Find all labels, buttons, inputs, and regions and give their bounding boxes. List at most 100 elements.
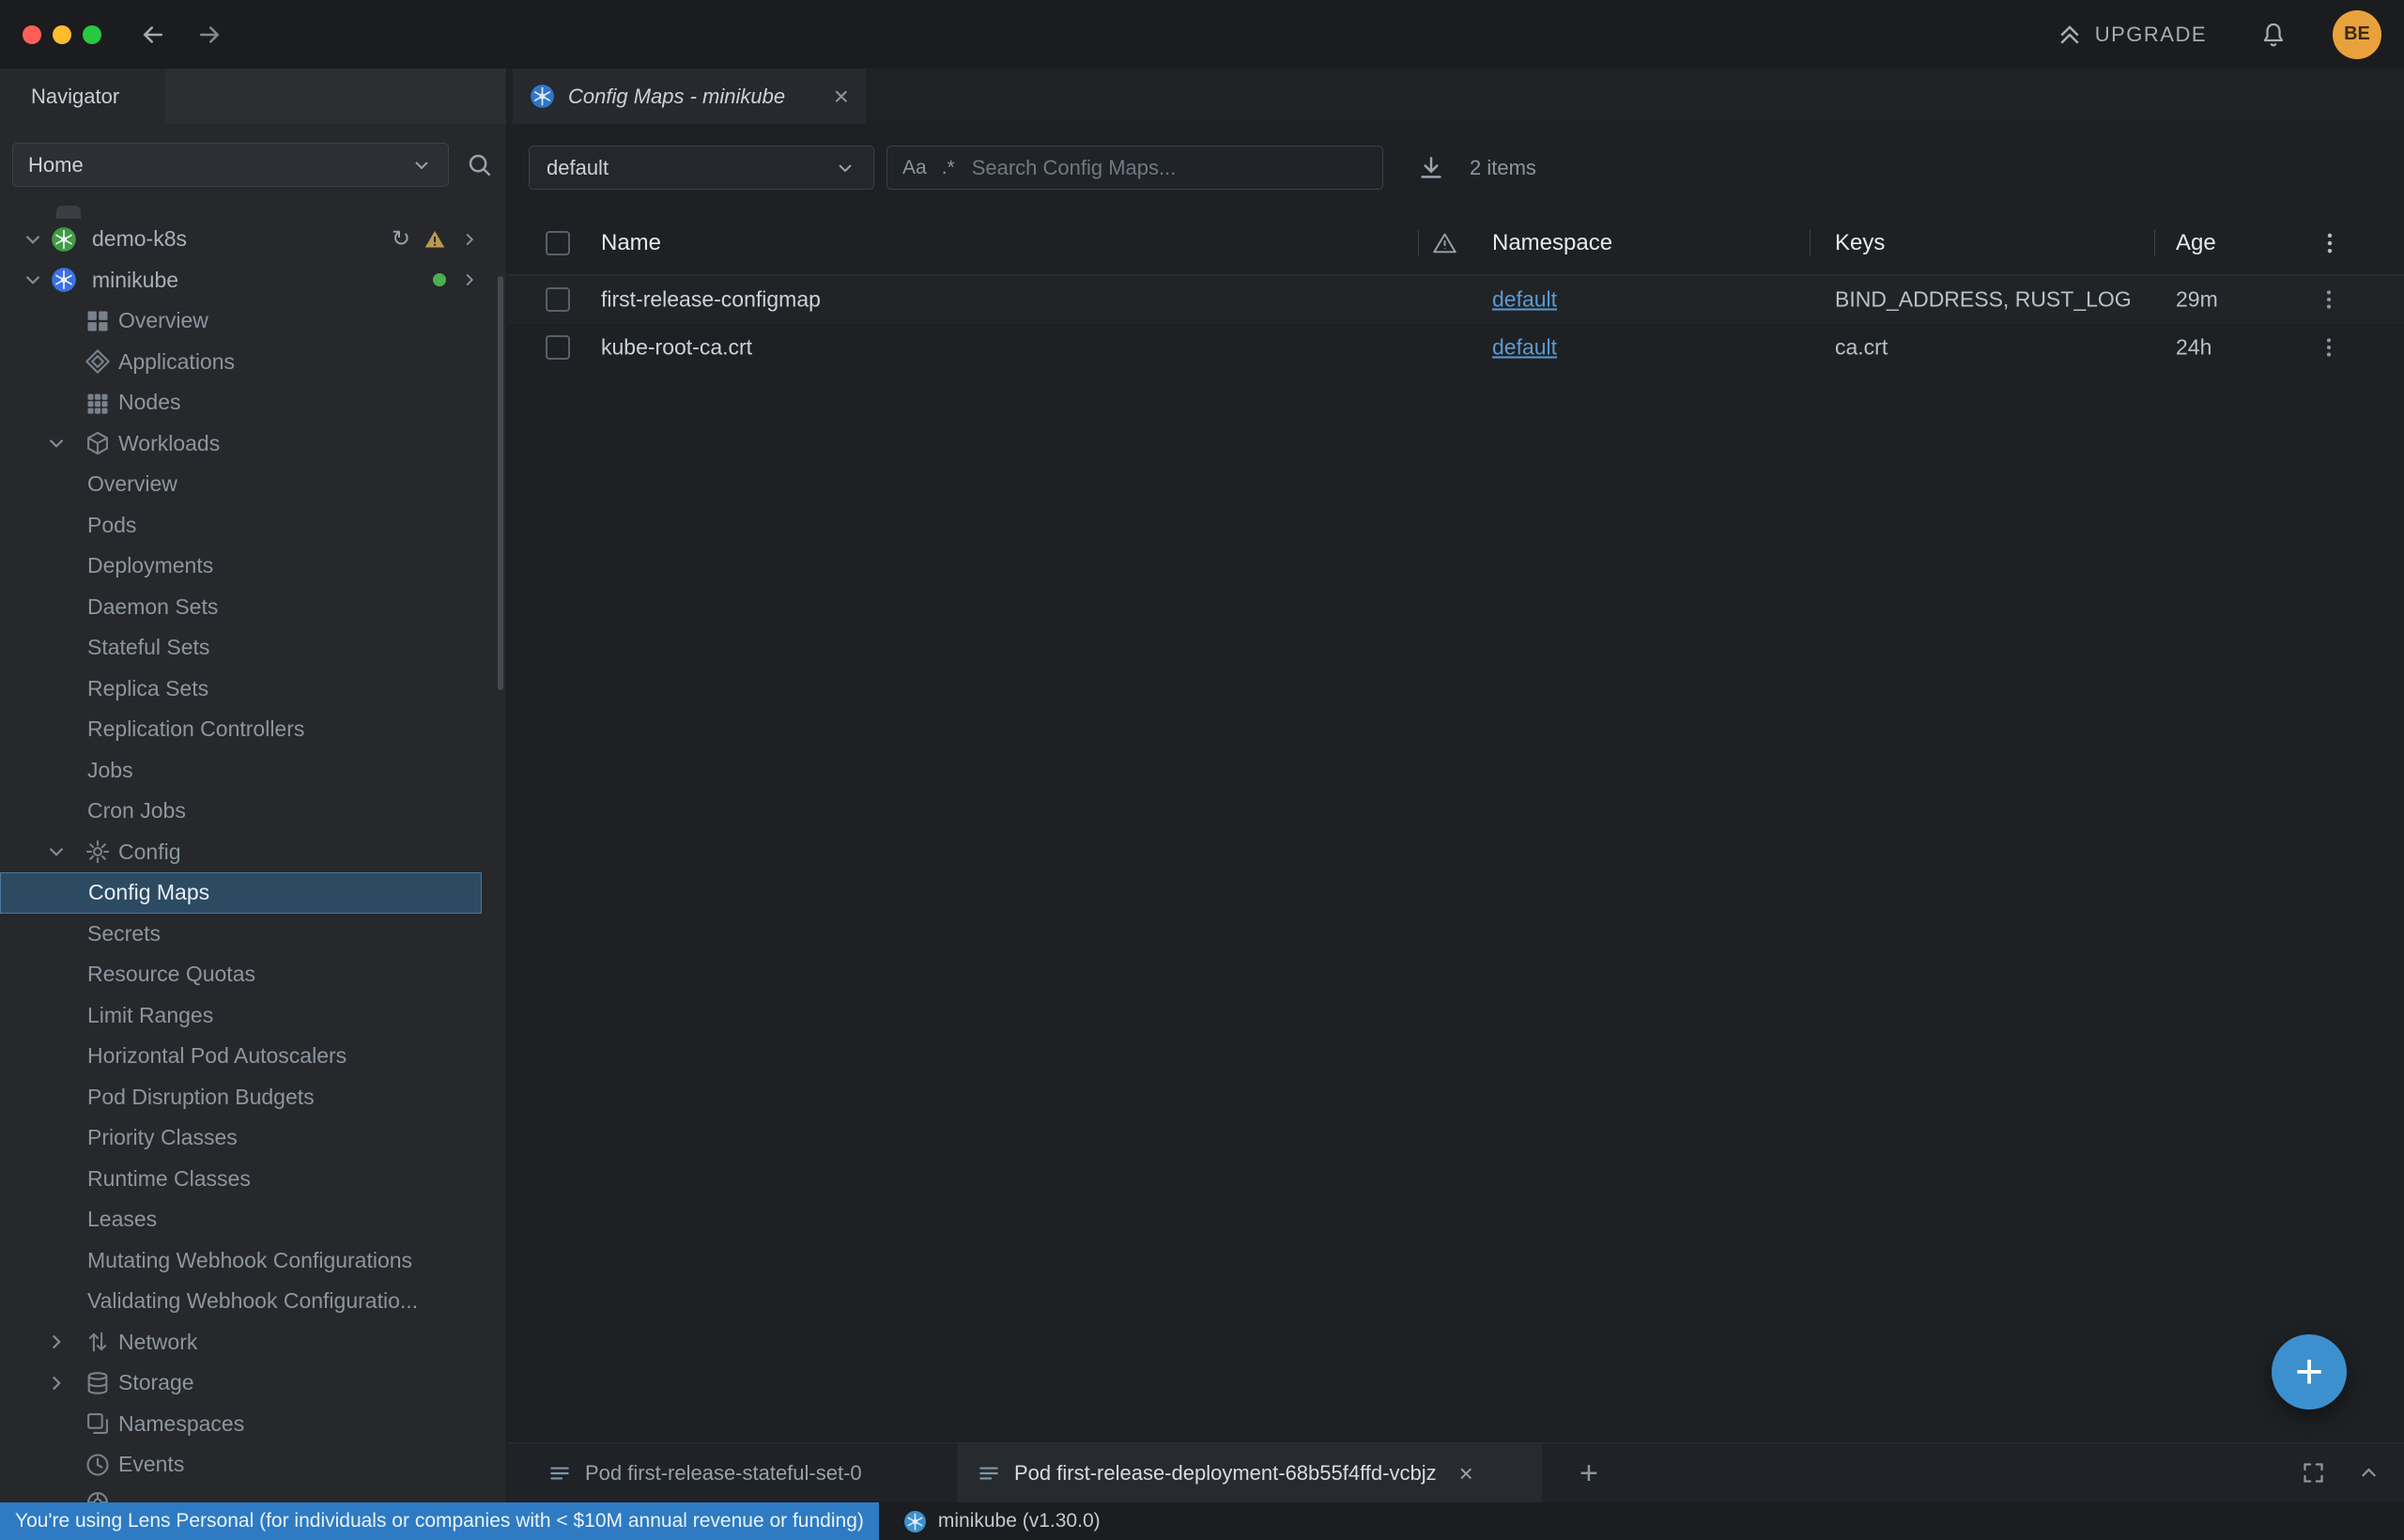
sidebar-item-label: demo-k8s	[92, 226, 187, 252]
cluster-status: minikube (v1.30.0)	[879, 1502, 2404, 1540]
chevron-right-icon[interactable]	[459, 229, 480, 250]
close-icon[interactable]: ×	[834, 84, 849, 110]
upgrade-button[interactable]: UPGRADE	[2056, 21, 2207, 49]
column-header-name[interactable]: Name	[601, 230, 661, 256]
sidebar-item-pods[interactable]: Pods	[0, 505, 506, 547]
chevron-down-icon[interactable]	[21, 227, 45, 252]
sidebar-item-replica-sets[interactable]: Replica Sets	[0, 669, 506, 710]
column-divider	[1418, 230, 1419, 256]
sidebar-item-label: Stateful Sets	[87, 635, 209, 660]
sidebar-item-cron-jobs[interactable]: Cron Jobs	[0, 791, 506, 832]
fullscreen-icon[interactable]	[2301, 1460, 2326, 1486]
column-divider	[2154, 230, 2155, 256]
chevron-up-icon[interactable]	[2356, 1460, 2381, 1486]
sidebar-item-workloads[interactable]: Workloads	[0, 424, 506, 465]
window-zoom-button[interactable]	[83, 25, 101, 44]
close-icon[interactable]: ×	[1459, 1461, 1473, 1486]
sidebar-item-leases[interactable]: Leases	[0, 1199, 506, 1240]
chevron-right-icon[interactable]	[44, 1371, 69, 1395]
refresh-icon[interactable]: ↻	[392, 228, 410, 251]
sidebar-item-horizontal-pod-autoscalers[interactable]: Horizontal Pod Autoscalers	[0, 1036, 506, 1077]
user-avatar[interactable]: BE	[2333, 10, 2381, 59]
regex-icon[interactable]: .*	[942, 157, 955, 179]
grid-icon	[85, 308, 111, 334]
search-input[interactable]	[972, 156, 1367, 180]
sidebar-item-deployments[interactable]: Deployments	[0, 546, 506, 587]
column-header-age[interactable]: Age	[2176, 230, 2216, 256]
sidebar-item-nodes[interactable]: Nodes	[0, 382, 506, 424]
column-settings-kebab-icon[interactable]	[2317, 230, 2343, 256]
sidebar-scrollbar[interactable]	[498, 276, 503, 690]
row-checkbox[interactable]	[546, 287, 570, 312]
notifications-bell-icon[interactable]	[2259, 21, 2288, 49]
chevron-down-icon[interactable]	[44, 431, 69, 455]
sidebar-item-config-maps[interactable]: Config Maps	[0, 872, 482, 914]
window-controls	[23, 25, 101, 44]
row-menu-kebab-icon[interactable]	[2317, 335, 2341, 360]
sidebar-item-limit-ranges[interactable]: Limit Ranges	[0, 995, 506, 1037]
sidebar-item-priority-classes[interactable]: Priority Classes	[0, 1117, 506, 1159]
row-namespace-link[interactable]: default	[1492, 335, 1557, 361]
select-all-checkbox[interactable]	[546, 231, 570, 255]
sidebar-item-jobs[interactable]: Jobs	[0, 750, 506, 792]
chevron-down-icon	[410, 154, 433, 177]
sidebar-item-label: Secrets	[87, 921, 161, 947]
sidebar-item-mutating-webhook-configurations[interactable]: Mutating Webhook Configurations	[0, 1240, 506, 1282]
items-count: 2 items	[1470, 156, 1536, 180]
sidebar-item-label: Storage	[118, 1370, 194, 1395]
table-row[interactable]: kube-root-ca.crtdefaultca.crt24h	[507, 323, 2404, 371]
sidebar-item-runtime-classes[interactable]: Runtime Classes	[0, 1159, 506, 1200]
cluster-version-label: minikube (v1.30.0)	[938, 1510, 1101, 1532]
window-minimize-button[interactable]	[53, 25, 71, 44]
column-header-namespace[interactable]: Namespace	[1492, 230, 1612, 256]
table-row[interactable]: first-release-configmapdefaultBIND_ADDRE…	[507, 275, 2404, 323]
row-namespace-link[interactable]: default	[1492, 287, 1557, 313]
window-close-button[interactable]	[23, 25, 41, 44]
sidebar-item-replication-controllers[interactable]: Replication Controllers	[0, 709, 506, 750]
match-case-icon[interactable]: Aa	[902, 157, 927, 179]
column-header-keys[interactable]: Keys	[1835, 230, 1885, 256]
window-titlebar: UPGRADE BE	[0, 0, 2404, 69]
sidebar-item-config[interactable]: Config	[0, 832, 506, 873]
dock-bar: Pod first-release-stateful-set-0 Pod fir…	[507, 1442, 2404, 1502]
chevron-down-icon[interactable]	[44, 839, 69, 864]
namespace-dropdown[interactable]: default	[529, 146, 874, 190]
add-configmap-button[interactable]: +	[2272, 1334, 2347, 1409]
context-dropdown[interactable]: Home	[12, 143, 449, 187]
back-button[interactable]	[139, 21, 167, 49]
sidebar-item-storage[interactable]: Storage	[0, 1363, 506, 1404]
chevron-right-icon[interactable]	[44, 1330, 69, 1354]
row-menu-kebab-icon[interactable]	[2317, 287, 2341, 312]
sidebar-item-demo-k8s[interactable]: demo-k8s ↻	[0, 219, 506, 260]
namespaces-icon	[85, 1410, 111, 1437]
sidebar-item-applications[interactable]: Applications	[0, 342, 506, 383]
sidebar-item-resource-quotas[interactable]: Resource Quotas	[0, 954, 506, 995]
sidebar-item-daemon-sets[interactable]: Daemon Sets	[0, 587, 506, 628]
search-icon[interactable]	[466, 151, 494, 179]
sidebar-item-namespaces[interactable]: Namespaces	[0, 1404, 506, 1445]
nodes-icon	[85, 390, 111, 416]
row-checkbox[interactable]	[546, 335, 570, 360]
dock-tab-pod-deployment[interactable]: Pod first-release-deployment-68b55f4ffd-…	[958, 1443, 1542, 1503]
sidebar-item-minikube[interactable]: minikube	[0, 260, 506, 301]
sidebar-item-stateful-sets[interactable]: Stateful Sets	[0, 627, 506, 669]
forward-button[interactable]	[195, 21, 223, 49]
warning-icon[interactable]	[1432, 230, 1457, 255]
tab-navigator[interactable]: Navigator	[0, 69, 165, 124]
list-toolbar: default Aa .* 2 items	[507, 124, 2404, 211]
chevron-right-icon[interactable]	[459, 270, 480, 290]
dock-tab-pod-stateful-set[interactable]: Pod first-release-stateful-set-0	[529, 1443, 935, 1503]
sidebar-item-network[interactable]: Network	[0, 1322, 506, 1363]
tab-config-maps-minikube[interactable]: Config Maps - minikube ×	[513, 69, 866, 124]
new-dock-tab-button[interactable]: +	[1580, 1457, 1598, 1489]
download-icon[interactable]	[1417, 154, 1445, 182]
sidebar-item-secrets[interactable]: Secrets	[0, 914, 506, 955]
sidebar-item-events[interactable]: Events	[0, 1444, 506, 1486]
sidebar-item-validating-webhook-configuratio[interactable]: Validating Webhook Configuratio...	[0, 1281, 506, 1322]
sidebar-item-pod-disruption-budgets[interactable]: Pod Disruption Budgets	[0, 1077, 506, 1118]
chevron-down-icon[interactable]	[21, 268, 45, 292]
sidebar-item-overview[interactable]: Overview	[0, 300, 506, 342]
sidebar-item-overview[interactable]: Overview	[0, 464, 506, 505]
row-age: 29m	[2176, 287, 2218, 313]
namespace-dropdown-value: default	[547, 156, 609, 180]
